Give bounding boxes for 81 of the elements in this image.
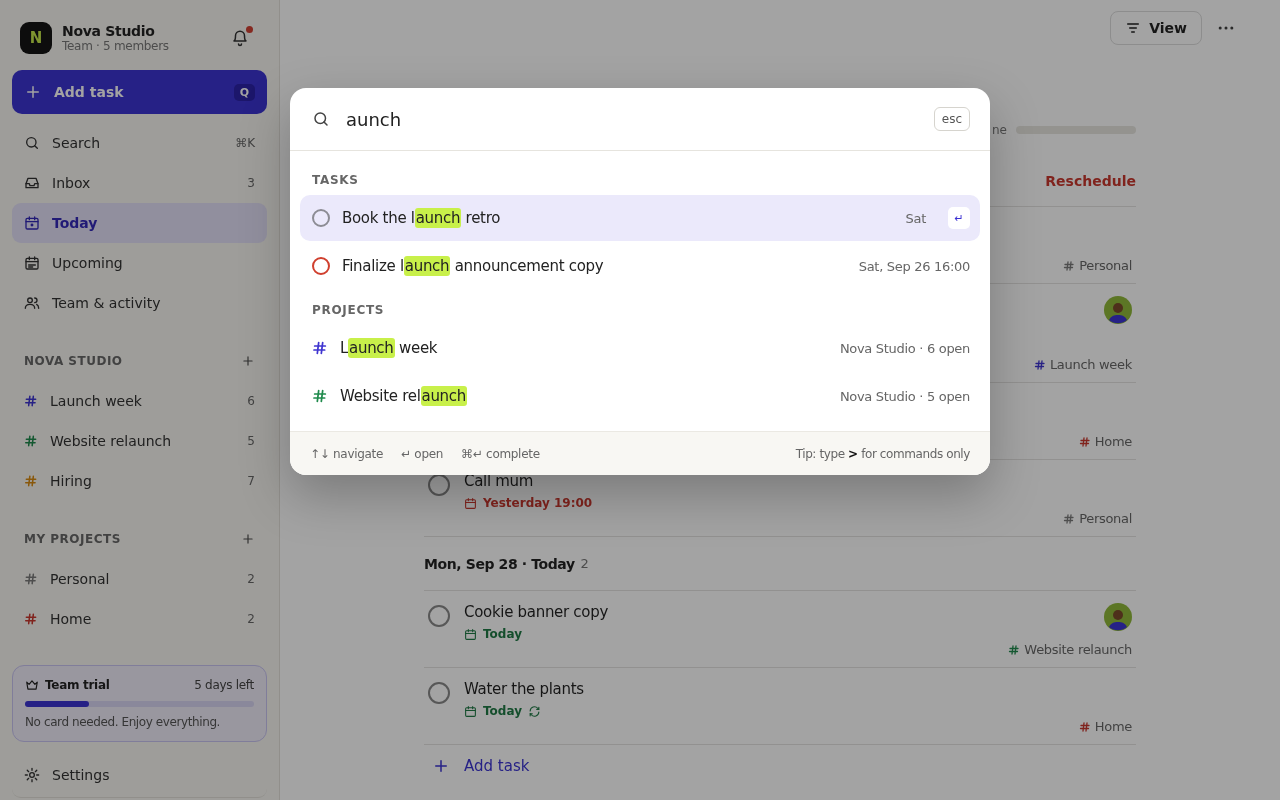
count-label: 3 xyxy=(247,176,255,190)
nav-item[interactable]: Today xyxy=(12,203,267,243)
project-item[interactable]: Personal 2 xyxy=(12,559,267,599)
workspace-name[interactable]: Nova Studio xyxy=(62,23,221,39)
nav-item[interactable]: Team & activity xyxy=(12,283,267,323)
project-tag[interactable]: Home xyxy=(1094,719,1132,734)
filter-icon xyxy=(1125,20,1142,36)
group-title: Mon, Sep 28 · Today xyxy=(424,555,575,572)
task-title[interactable]: Cookie banner copy xyxy=(464,603,608,621)
inbox-icon xyxy=(24,175,40,191)
result-meta: Nova Studio · 5 open xyxy=(839,388,970,404)
settings-item[interactable]: Settings xyxy=(12,758,267,798)
result-group-label: PROJECTS xyxy=(311,302,386,319)
project-tag[interactable]: Personal xyxy=(1079,258,1132,273)
calendar-icon xyxy=(464,704,477,718)
add-task-link[interactable]: Add task xyxy=(424,745,538,787)
calendar-icon xyxy=(24,215,40,231)
trial-note: No card needed. Enjoy everything. xyxy=(25,715,222,729)
group-count: 2 xyxy=(580,556,589,571)
project-item[interactable]: Website relaunch 5 xyxy=(12,421,267,461)
project-tag[interactable]: Launch week xyxy=(1049,357,1132,372)
due-date: Today xyxy=(483,704,522,718)
workspace-subtitle: Team · 5 members xyxy=(62,39,170,53)
section-title: MY PROJECTS xyxy=(24,532,121,546)
count-label: 7 xyxy=(247,474,255,488)
shortcut-key: Q xyxy=(233,83,255,101)
task-checkbox[interactable] xyxy=(428,605,450,627)
plus-icon[interactable] xyxy=(241,354,255,368)
plus-icon xyxy=(24,83,42,101)
section-title: NOVA STUDIO xyxy=(24,354,123,368)
nav-item[interactable]: Upcoming xyxy=(12,243,267,283)
task-title[interactable]: Water the plants xyxy=(464,680,584,698)
tip-text: Tip: type > for commands only xyxy=(795,446,970,461)
result-group-label: TASKS xyxy=(311,172,360,189)
nav-item[interactable]: Search ⌘K xyxy=(12,123,267,163)
result-item[interactable]: Book the launch retro Sat ↵ xyxy=(300,195,980,241)
nav-item[interactable]: Inbox 3 xyxy=(12,163,267,203)
count-label: 2 xyxy=(247,572,255,586)
task-checkbox[interactable] xyxy=(428,682,450,704)
gear-icon xyxy=(24,766,40,783)
progress-label: ne xyxy=(992,123,1007,137)
calendar-icon xyxy=(24,255,40,271)
plus-icon[interactable] xyxy=(241,532,255,546)
calendar-icon xyxy=(464,496,477,510)
project-tag[interactable]: Personal xyxy=(1079,511,1132,526)
due-date: Today xyxy=(483,627,522,641)
calendar-icon xyxy=(464,627,477,641)
result-meta: Sat xyxy=(905,210,926,226)
people-icon xyxy=(24,295,40,311)
esc-key[interactable]: esc xyxy=(933,107,970,131)
shortcut-hint: ⌘K xyxy=(235,136,255,150)
reschedule-link[interactable]: Reschedule xyxy=(1045,173,1136,189)
search-input[interactable]: aunch xyxy=(344,107,920,131)
project-tag[interactable]: Website relaunch xyxy=(1024,642,1132,657)
keyboard-hint: ⌘↵ complete xyxy=(461,446,540,461)
keyboard-hint: ↑↓ navigate xyxy=(310,446,384,461)
count-label: 2 xyxy=(247,612,255,626)
search-icon xyxy=(312,110,330,128)
result-item[interactable]: Launch week Nova Studio · 6 open xyxy=(300,325,980,371)
project-tag[interactable]: Home xyxy=(1094,434,1132,449)
result-meta: Nova Studio · 6 open xyxy=(839,340,970,356)
result-meta: Sat, Sep 26 16:00 xyxy=(858,258,970,274)
project-item[interactable]: Hiring 7 xyxy=(12,461,267,501)
trial-remaining: 5 days left xyxy=(194,678,254,692)
count-label: 6 xyxy=(247,394,255,408)
result-item[interactable]: Finalize launch announcement copy Sat, Sep 26 16:00 xyxy=(300,243,980,289)
keyboard-hint: ↵ open xyxy=(401,446,444,461)
bell-icon[interactable] xyxy=(231,29,249,47)
project-item[interactable]: Launch week 6 xyxy=(12,381,267,421)
result-item[interactable]: Website relaunch Nova Studio · 5 open xyxy=(300,373,980,419)
crown-icon xyxy=(25,678,39,692)
trial-title: Team trial xyxy=(45,678,111,692)
add-task-button[interactable]: Add task Q xyxy=(12,70,267,114)
search-icon xyxy=(24,135,40,151)
plus-icon xyxy=(432,757,450,775)
view-button[interactable]: View xyxy=(1110,11,1202,45)
workspace-logo[interactable]: N xyxy=(20,22,52,54)
count-label: 5 xyxy=(247,434,255,448)
enter-key: ↵ xyxy=(948,207,970,229)
due-date: Yesterday 19:00 xyxy=(483,496,593,510)
project-item[interactable]: Home 2 xyxy=(12,599,267,639)
